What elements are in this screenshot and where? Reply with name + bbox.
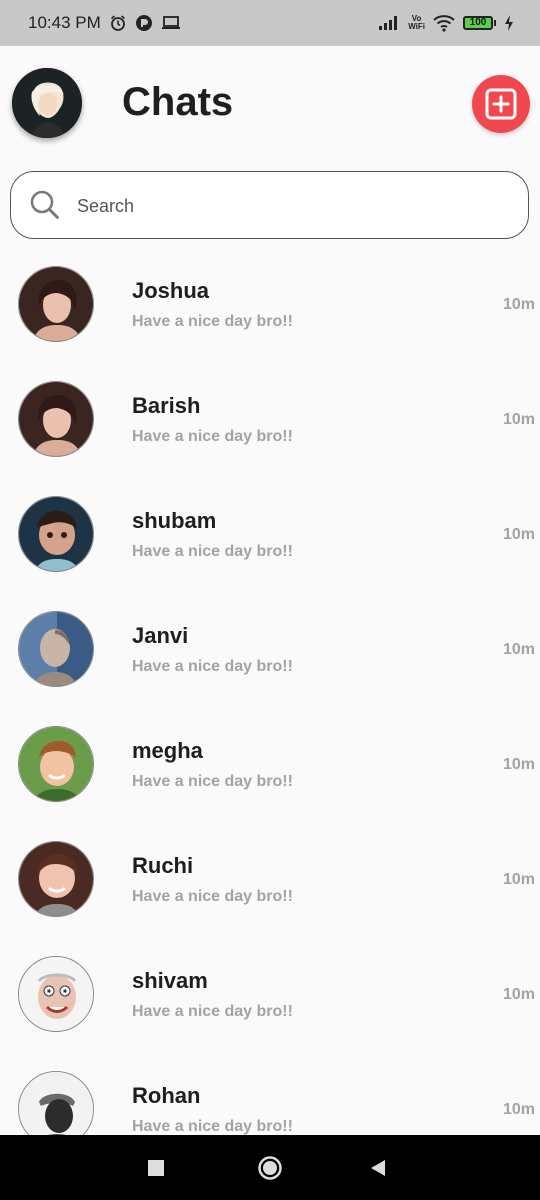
message-preview: Have a nice day bro!! [132,658,293,675]
system-nav-bar [0,1135,540,1200]
contact-name: Joshua [132,278,210,303]
home-circle-icon [258,1155,282,1180]
message-time: 10m [503,871,536,888]
message-preview: Have a nice day bro!! [132,313,293,330]
contact-name: shubam [132,508,217,533]
message-preview: Have a nice day bro!! [132,543,293,560]
app-notification-icon [135,14,153,32]
message-time: 10m [503,986,536,1003]
search-icon [29,189,61,226]
recents-button[interactable] [126,1135,186,1200]
message-time: 10m [503,1101,536,1118]
search-input[interactable] [75,182,499,230]
recents-square-icon [148,1159,164,1176]
chat-list-item[interactable]: shivam Have a nice day bro!! 10m [0,936,540,1051]
vowifi-icon: Vo WiFi [408,15,425,31]
message-preview: Have a nice day bro!! [132,1003,293,1020]
chat-list-item[interactable]: Barish Have a nice day bro!! 10m [0,361,540,476]
wifi-icon [433,14,455,32]
message-preview: Have a nice day bro!! [132,428,293,445]
chat-list-item[interactable]: shubam Have a nice day bro!! 10m [0,476,540,591]
contact-name: Ruchi [132,853,194,878]
battery-level: 100 [463,16,493,30]
chat-list: Joshua Have a nice day bro!! 10m Barish … [0,246,540,1136]
battery-icon: 100 [463,16,496,30]
message-preview: Have a nice day bro!! [132,888,293,905]
status-left: 10:43 PM [28,13,181,33]
alarm-icon [109,14,127,32]
message-time: 10m [503,296,536,313]
back-triangle-icon [371,1159,385,1176]
back-button[interactable] [348,1135,408,1200]
contact-avatar [18,956,94,1032]
contact-name: Janvi [132,623,189,648]
contact-name: Rohan [132,1083,201,1108]
message-preview: Have a nice day bro!! [132,1118,293,1135]
laptop-icon [161,15,181,31]
contact-name: megha [132,738,203,763]
message-preview: Have a nice day bro!! [132,773,293,790]
new-chat-button[interactable] [472,75,530,133]
contact-avatar [18,266,94,342]
status-right: Vo WiFi 100 [378,14,514,32]
status-time: 10:43 PM [28,13,101,32]
chat-list-item[interactable]: Joshua Have a nice day bro!! 10m [0,246,540,361]
charging-icon [504,15,514,31]
profile-avatar[interactable] [12,68,82,138]
contact-avatar [18,496,94,572]
signal-icon [378,15,400,31]
chat-list-item[interactable]: megha Have a nice day bro!! 10m [0,706,540,821]
add-square-icon [485,88,517,120]
chat-list-item[interactable]: Rohan Have a nice day bro!! 10m [0,1051,540,1136]
message-time: 10m [503,526,536,543]
message-time: 10m [503,411,536,428]
header: Chats [0,46,540,164]
contact-name: shivam [132,968,208,993]
contact-avatar [18,611,94,687]
status-bar: 10:43 PM Vo WiFi 100 [0,0,540,46]
vowifi-label-bottom: WiFi [408,22,425,31]
message-time: 10m [503,641,536,658]
contact-name: Barish [132,393,201,418]
contact-avatar [18,1071,94,1136]
message-time: 10m [503,756,536,773]
chat-list-item[interactable]: Janvi Have a nice day bro!! 10m [0,591,540,706]
page-title: Chats [122,80,234,124]
contact-avatar [18,726,94,802]
contact-avatar [18,381,94,457]
contact-avatar [18,841,94,917]
chat-list-item[interactable]: Ruchi Have a nice day bro!! 10m [0,821,540,936]
search-box[interactable] [10,171,529,239]
home-button[interactable] [240,1135,300,1200]
